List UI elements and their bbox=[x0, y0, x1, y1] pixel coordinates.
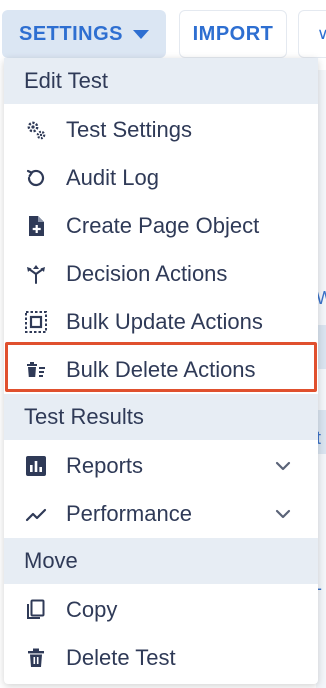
gears-icon bbox=[24, 118, 48, 142]
section-edit-test: Edit Test bbox=[4, 58, 318, 104]
chevron-down-icon[interactable] bbox=[274, 457, 292, 475]
menu-item-reports[interactable]: Reports bbox=[4, 442, 318, 490]
menu-item-label: Bulk Delete Actions bbox=[66, 357, 256, 382]
menu-item-label: Audit Log bbox=[66, 165, 159, 190]
section-title: Test Results bbox=[24, 404, 144, 429]
history-icon bbox=[24, 166, 48, 190]
copy-icon bbox=[24, 598, 48, 622]
menu-item-test-settings[interactable]: Test Settings bbox=[4, 106, 318, 154]
settings-button-label: SETTINGS bbox=[18, 22, 123, 45]
menu-item-label: Copy bbox=[66, 597, 118, 622]
file-plus-icon bbox=[24, 214, 48, 238]
menu-item-label: Delete Test bbox=[66, 645, 176, 670]
menu-item-label: Decision Actions bbox=[66, 261, 228, 286]
bar-chart-icon bbox=[24, 454, 48, 478]
menu-item-bulk-delete-actions[interactable]: Bulk Delete Actions bbox=[4, 346, 318, 394]
menu-item-decision-actions[interactable]: Decision Actions bbox=[4, 250, 318, 298]
bulk-select-icon bbox=[24, 310, 48, 334]
bulk-delete-icon bbox=[24, 358, 48, 382]
more-button[interactable]: ∨ bbox=[298, 10, 326, 58]
caret-down-icon bbox=[133, 29, 149, 39]
menu-item-delete-test[interactable]: Delete Test bbox=[4, 634, 318, 682]
menu-item-label: Test Settings bbox=[66, 117, 192, 142]
chevron-down-icon: ∨ bbox=[317, 26, 326, 43]
menu-item-label: Create Page Object bbox=[66, 213, 260, 238]
section-move: Move bbox=[4, 538, 318, 584]
menu-item-label: Reports bbox=[66, 453, 144, 478]
menu-item-create-page-object[interactable]: Create Page Object bbox=[4, 202, 318, 250]
menu-item-copy[interactable]: Copy bbox=[4, 586, 318, 634]
trash-icon bbox=[24, 646, 48, 670]
import-button-label: IMPORT bbox=[192, 22, 274, 45]
menu-item-audit-log[interactable]: Audit Log bbox=[4, 154, 318, 202]
section-title: Move bbox=[24, 548, 78, 573]
settings-menu: Edit Test Test Settings Audit Log Create… bbox=[4, 58, 318, 684]
section-test-results: Test Results bbox=[4, 394, 318, 440]
section-title: Edit Test bbox=[24, 68, 108, 93]
settings-dropdown-button[interactable]: SETTINGS bbox=[2, 10, 166, 58]
menu-item-performance[interactable]: Performance bbox=[4, 490, 318, 538]
chevron-down-icon[interactable] bbox=[274, 505, 292, 523]
menu-item-label: Bulk Update Actions bbox=[66, 309, 263, 334]
import-button[interactable]: IMPORT bbox=[179, 10, 287, 58]
trend-line-icon bbox=[24, 502, 48, 526]
menu-item-label: Performance bbox=[66, 501, 192, 526]
decision-arrows-icon bbox=[24, 262, 48, 286]
menu-item-bulk-update-actions[interactable]: Bulk Update Actions bbox=[4, 298, 318, 346]
